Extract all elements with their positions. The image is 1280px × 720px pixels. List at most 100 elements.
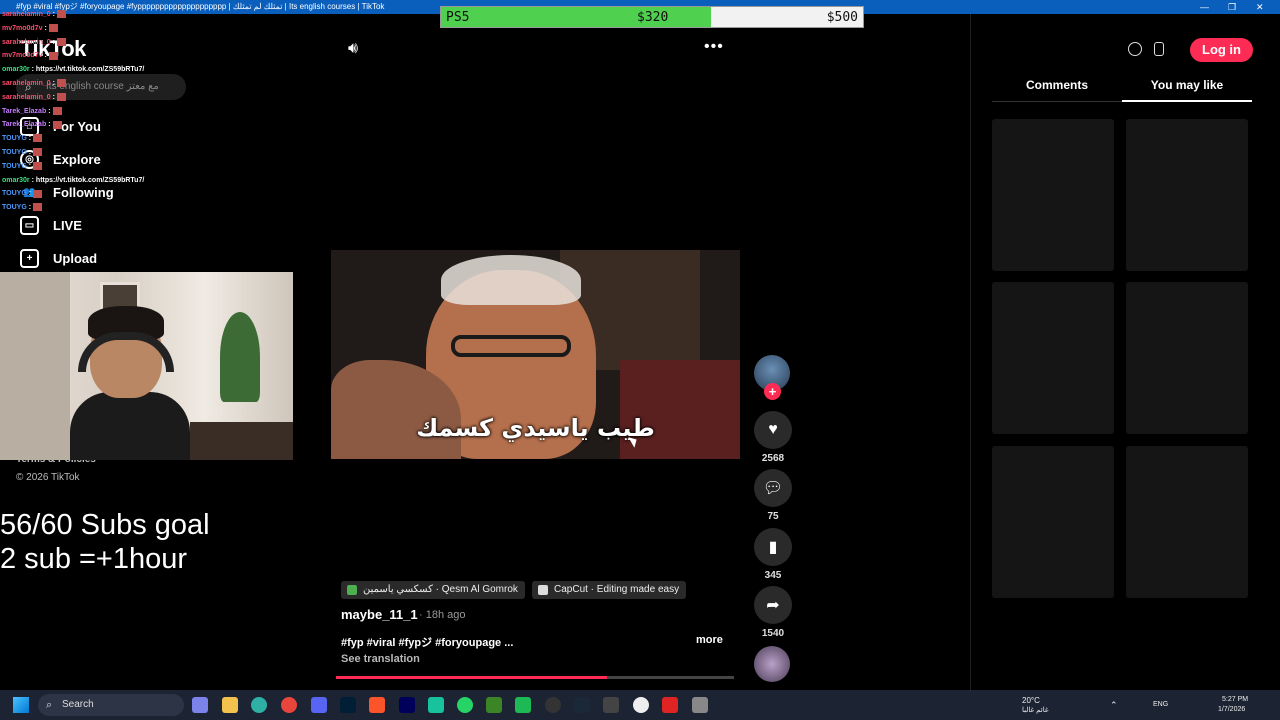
chat-message: omar30r: https://vt.tiktok.com/ZS59bRTu7… <box>2 63 144 77</box>
chat-username: Tarek_Elazab <box>2 107 47 115</box>
clock-time[interactable]: 5:27 PM <box>1222 696 1248 703</box>
screen: { "window": { "title": "#fyp #viral #fyp… <box>0 0 1280 720</box>
discover-icon[interactable] <box>1128 42 1142 56</box>
chat-username: sarahelamin_0 <box>2 79 51 87</box>
suggestion-card[interactable] <box>992 446 1114 598</box>
taskbar-search[interactable]: ⌕ Search <box>38 694 184 716</box>
bookmark-icon[interactable]: ▮ <box>754 528 792 566</box>
chat-message: TOUYG: <box>2 132 144 146</box>
minecraft-icon[interactable] <box>486 697 502 713</box>
app-icon[interactable] <box>662 697 678 713</box>
chat-text: : <box>52 79 55 87</box>
share-icon[interactable]: ➦ <box>754 586 792 624</box>
restore-icon[interactable]: ❐ <box>1228 0 1236 14</box>
chat-message: TOUYG: <box>2 160 144 174</box>
suggestion-card[interactable] <box>1126 446 1248 598</box>
follow-plus-icon[interactable]: + <box>764 383 781 400</box>
suggestion-card[interactable] <box>1126 119 1248 271</box>
chat-text: : <box>44 52 47 60</box>
donation-goal-bar: PS5 $320 $500 <box>440 6 864 28</box>
chat-message: omar30r: https://vt.tiktok.com/ZS59bRTu7… <box>2 174 144 188</box>
app-icon[interactable] <box>603 697 619 713</box>
app-icon[interactable] <box>428 697 444 713</box>
goal-progress-fill <box>441 7 712 27</box>
see-translation-link[interactable]: See translation <box>341 653 420 665</box>
save-action[interactable]: ▮ 345 <box>752 528 794 581</box>
emote-icon <box>52 120 62 129</box>
chat-username: omar30r <box>2 176 30 184</box>
chat-text: : <box>52 93 55 101</box>
discord-icon[interactable] <box>311 697 327 713</box>
webcam-rug <box>190 422 293 460</box>
chat-username: sarahelamin_0 <box>2 93 51 101</box>
video-progress-bar[interactable] <box>336 676 734 679</box>
emote-icon <box>57 37 66 46</box>
emote-icon <box>33 148 43 157</box>
volume-icon[interactable]: 🔊︎ <box>348 40 358 58</box>
capcut-chip[interactable]: CapCut · Editing made easy <box>532 581 687 599</box>
sidebar-item-live[interactable]: ▭ LIVE <box>20 214 82 236</box>
calculator-icon[interactable] <box>692 697 708 713</box>
webcam-plant <box>220 312 260 402</box>
tab-you-may-like[interactable]: You may like <box>1122 78 1252 102</box>
tab-comments[interactable]: Comments <box>992 78 1122 92</box>
steam-icon[interactable] <box>574 697 590 713</box>
spreadsheet-icon[interactable] <box>515 697 531 713</box>
chat-message: sarahelamin_0: <box>2 91 144 105</box>
teams-icon[interactable] <box>192 697 208 713</box>
brave-icon[interactable] <box>369 697 385 713</box>
goal-label: PS5 <box>446 10 470 25</box>
comment-icon[interactable]: 💬︎ <box>754 469 792 507</box>
sidebar-item-label: LIVE <box>53 217 82 233</box>
chip-label: كسكسي ياسمين · Qesm Al Gomrok <box>363 584 518 595</box>
file-explorer-icon[interactable] <box>222 697 238 713</box>
stream-chat-overlay: sarahelamin_0: mv7mo0d7v: sarahelamin_0: mv… <box>2 8 144 215</box>
chat-text: : <box>28 190 32 198</box>
premiere-icon[interactable] <box>399 697 415 713</box>
chat-message: sarahelamin_0: <box>2 8 144 22</box>
chat-message: TOUYG: <box>2 201 144 215</box>
video-caption[interactable]: #fyp #viral #fypジ #foryoupage ... <box>341 634 513 650</box>
sub-rule-text: 2 sub =+1hour <box>0 543 188 575</box>
minimize-icon[interactable]: — <box>1200 0 1209 14</box>
live-icon: ▭ <box>20 215 39 235</box>
chat-text: : <box>28 204 32 212</box>
language-indicator[interactable]: ENG <box>1153 701 1168 708</box>
chat-username: TOUYG <box>2 148 27 156</box>
video-player[interactable]: طيب ياسيدي كسمك <box>331 250 740 459</box>
chat-username: Tarek_Elazab <box>2 121 47 129</box>
phone-icon[interactable] <box>1154 42 1164 56</box>
like-action[interactable]: ♥ 2568 <box>752 411 794 464</box>
share-action[interactable]: ➦ 1540 <box>752 586 794 639</box>
more-options-icon[interactable]: ••• <box>704 38 724 56</box>
comment-action[interactable]: 💬︎ 75 <box>752 469 794 522</box>
music-disc-icon[interactable] <box>754 646 790 682</box>
goal-current: $320 <box>637 10 669 25</box>
video-hair <box>441 255 581 305</box>
close-icon[interactable]: ✕ <box>1256 0 1264 14</box>
sidebar-item-upload[interactable]: + Upload <box>20 247 97 269</box>
weather-temp[interactable]: 20°C <box>1022 696 1040 705</box>
save-count: 345 <box>764 570 782 581</box>
emote-icon <box>57 10 66 19</box>
obs-icon[interactable] <box>545 697 561 713</box>
chat-username: sarahelamin_0 <box>2 11 51 18</box>
suggestion-card[interactable] <box>992 282 1114 434</box>
chat-username: TOUYG <box>2 204 27 212</box>
sound-chip[interactable]: كسكسي ياسمين · Qesm Al Gomrok <box>341 581 525 599</box>
windows-start-icon[interactable] <box>13 697 29 713</box>
emote-icon <box>48 51 58 60</box>
chat-username: TOUYG <box>2 190 27 198</box>
video-author[interactable]: maybe_11_1 <box>341 607 418 622</box>
chrome-icon[interactable] <box>281 697 297 713</box>
caption-more-link[interactable]: more <box>696 634 723 646</box>
login-button[interactable]: Log in <box>1190 38 1253 62</box>
heart-icon[interactable]: ♥ <box>754 411 792 449</box>
edge-icon[interactable] <box>251 697 267 713</box>
photoshop-icon[interactable] <box>340 697 356 713</box>
tray-chevron-icon[interactable]: ⌃ <box>1110 700 1118 711</box>
suggestion-card[interactable] <box>992 119 1114 271</box>
whatsapp-icon[interactable] <box>457 697 473 713</box>
suggestion-card[interactable] <box>1126 282 1248 434</box>
app-icon[interactable] <box>633 697 649 713</box>
